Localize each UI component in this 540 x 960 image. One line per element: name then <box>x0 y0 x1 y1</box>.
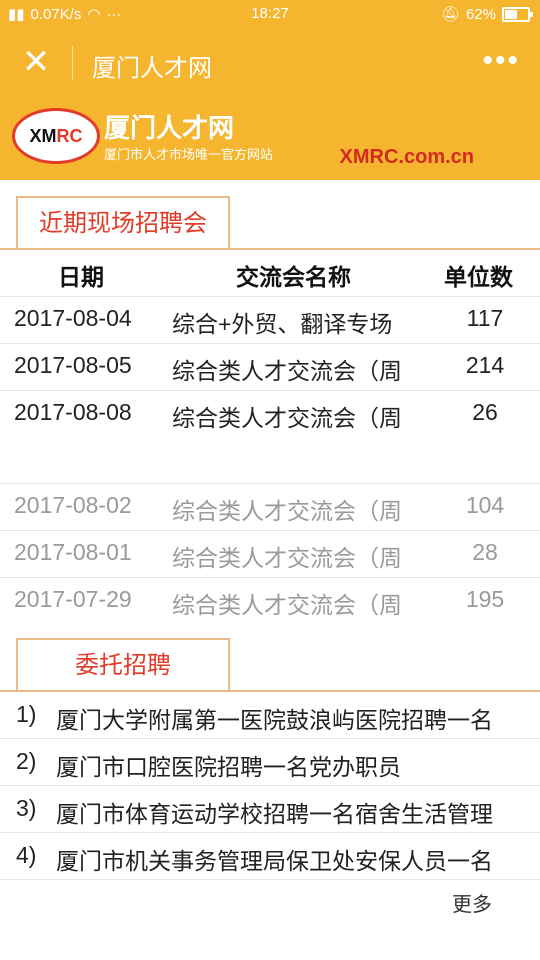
brand-domain: XMRC.com.cn <box>339 146 474 168</box>
row-date: 2017-08-05 <box>14 352 132 378</box>
battery-icon <box>502 6 533 22</box>
status-bar: ▮▮ 0.07K/s ◠ ··· 18:27 🔕︎ 62% <box>0 0 540 30</box>
header-name: 交流会名称 <box>236 264 351 290</box>
row-date: 2017-08-01 <box>14 539 132 565</box>
more-icon[interactable]: ••• <box>482 44 520 78</box>
row-date: 2017-08-02 <box>14 492 132 518</box>
list-item[interactable]: 4) 厦门市机关事务管理局保卫处安保人员一名 <box>0 833 540 879</box>
row-count: 26 <box>472 399 498 425</box>
table-row[interactable]: 2017-08-08 综合类人才交流会（周 26 <box>0 391 540 437</box>
list-item[interactable]: 3) 厦门市体育运动学校招聘一名宿舍生活管理 <box>0 786 540 832</box>
item-number: 3) <box>16 795 37 821</box>
battery-percent: 62% <box>465 5 496 23</box>
tab-recent-fairs[interactable]: 近期现场招聘会 <box>16 196 230 250</box>
brand-name: 厦门人才网 <box>104 113 235 143</box>
nav-bar: ✕ 厦门人才网 ••• <box>0 30 540 96</box>
row-date: 2017-08-04 <box>14 305 132 331</box>
row-name: 综合类人才交流会（周 <box>172 498 402 524</box>
entrusted-list: 1) 厦门大学附属第一医院鼓浪屿医院招聘一名 2) 厦门市口腔医院招聘一名党办职… <box>0 692 540 880</box>
status-right: 🔕︎ 62% <box>440 5 533 23</box>
battery-fill <box>505 9 517 19</box>
item-text: 厦门市口腔医院招聘一名党办职员 <box>56 754 401 780</box>
more-link[interactable]: 更多 <box>452 888 492 917</box>
list-item[interactable]: 2) 厦门市口腔医院招聘一名党办职员 <box>0 739 540 785</box>
row-count: 117 <box>466 305 504 331</box>
table-gap <box>0 437 540 483</box>
fairs-table: 日期 交流会名称 单位数 2017-08-04 综合+外贸、翻译专场 117 2… <box>0 250 540 624</box>
row-date: 2017-07-29 <box>14 586 132 612</box>
row-divider <box>0 879 540 880</box>
table-row[interactable]: 2017-08-04 综合+外贸、翻译专场 117 <box>0 297 540 343</box>
item-number: 2) <box>16 748 37 774</box>
table-row[interactable]: 2017-08-05 综合类人才交流会（周 214 <box>0 344 540 390</box>
row-name: 综合类人才交流会（周 <box>172 358 402 384</box>
item-number: 1) <box>16 701 37 727</box>
list-item[interactable]: 1) 厦门大学附属第一医院鼓浪屿医院招聘一名 <box>0 692 540 738</box>
row-count: 104 <box>465 492 505 518</box>
close-icon[interactable]: ✕ <box>18 44 54 80</box>
table-row[interactable]: 2017-08-01 综合类人才交流会（周 28 <box>0 531 540 577</box>
site-banner[interactable]: XM RC 厦门人才网 厦门市人才市场唯一官方网站 XMRC.com.cn <box>0 96 540 180</box>
table-header: 日期 交流会名称 单位数 <box>0 250 540 296</box>
page-title: 厦门人才网 <box>92 55 212 82</box>
row-count: 195 <box>465 586 505 612</box>
table-row[interactable]: 2017-08-02 综合类人才交流会（周 104 <box>0 484 540 530</box>
mute-bell-icon: 🔕︎ <box>440 6 460 23</box>
item-text: 厦门市机关事务管理局保卫处安保人员一名 <box>56 848 493 874</box>
row-name: 综合+外贸、翻译专场 <box>172 311 393 337</box>
nav-divider <box>72 46 73 80</box>
row-name: 综合类人才交流会（周 <box>172 592 402 618</box>
tab-entrusted-recruitment[interactable]: 委托招聘 <box>16 638 230 692</box>
header-date: 日期 <box>58 264 104 290</box>
row-date: 2017-08-08 <box>14 399 132 425</box>
row-name: 综合类人才交流会（周 <box>172 405 402 431</box>
item-number: 4) <box>16 842 37 868</box>
brand-slogan: 厦门市人才市场唯一官方网站 <box>104 147 274 162</box>
header-count: 单位数 <box>444 264 513 290</box>
xmrc-logo: XM RC <box>12 108 100 164</box>
row-name: 综合类人才交流会（周 <box>172 545 402 571</box>
item-text: 厦门市体育运动学校招聘一名宿舍生活管理 <box>56 801 493 827</box>
logo-text-a: XM <box>29 125 57 146</box>
item-text: 厦门大学附属第一医院鼓浪屿医院招聘一名 <box>56 707 493 733</box>
logo-text-b: RC <box>56 125 83 146</box>
row-count: 28 <box>472 539 498 565</box>
table-row[interactable]: 2017-07-29 综合类人才交流会（周 195 <box>0 578 540 624</box>
row-count: 214 <box>465 352 505 378</box>
